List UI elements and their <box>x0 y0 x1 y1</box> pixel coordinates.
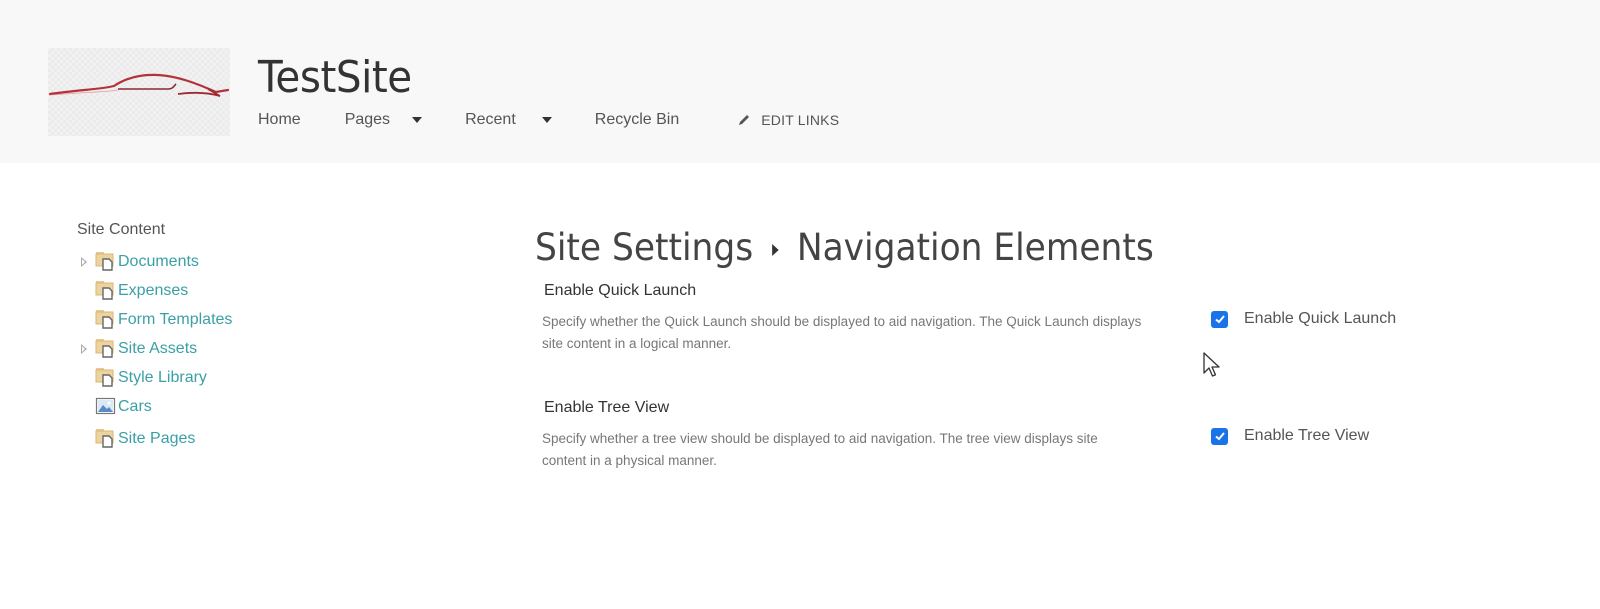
nav-recycle-bin[interactable]: Recycle Bin <box>595 111 679 129</box>
picture-library-icon <box>95 397 116 415</box>
library-folder-icon <box>95 429 114 448</box>
tree-item-documents[interactable]: Documents <box>77 247 199 276</box>
nav-recycle-bin-label: Recycle Bin <box>594 111 680 128</box>
library-folder-icon <box>95 339 114 358</box>
library-folder-icon <box>95 310 114 329</box>
expand-arrow-icon[interactable] <box>81 257 87 267</box>
section-title: Enable Quick Launch <box>544 282 697 299</box>
tree-item-form-templates[interactable]: Form Templates <box>77 305 232 334</box>
nav-pages[interactable]: Pages <box>344 111 423 129</box>
nav-recent-label: Recent <box>465 111 516 128</box>
section-title: Enable Tree View <box>544 399 670 416</box>
site-logo[interactable] <box>48 48 230 136</box>
tree-item-label[interactable]: Site Pages <box>118 430 195 448</box>
tree-item-label[interactable]: Cars <box>118 398 152 416</box>
site-title[interactable]: TestSite <box>258 52 412 103</box>
section-description: Specify whether the Quick Launch should … <box>542 314 1142 351</box>
tree-item-cars[interactable]: Cars <box>77 392 165 424</box>
tree-item-site-pages[interactable]: Site Pages <box>77 424 195 453</box>
car-logo-icon <box>48 73 230 97</box>
edit-links-label: EDIT LINKS <box>761 112 840 128</box>
checkbox-label[interactable]: Enable Tree View <box>1244 427 1369 445</box>
section-tree-view: Enable Tree View Specify whether a tree … <box>542 399 1098 468</box>
tree-item-label[interactable]: Site Assets <box>118 340 197 358</box>
tree-item-style-library[interactable]: Style Library <box>77 363 207 392</box>
enable-tree-view-checkbox[interactable] <box>1211 427 1228 445</box>
enable-quick-launch-checkbox[interactable] <box>1211 310 1228 328</box>
site-header: TestSite Home Pages Recent Recycle Bin E… <box>0 0 1600 163</box>
checkbox-label[interactable]: Enable Quick Launch <box>1244 310 1396 328</box>
tree-list: Documents Expenses Form Templates Site A… <box>77 247 232 453</box>
nav-home-label: Home <box>258 111 301 128</box>
pencil-icon <box>739 115 750 125</box>
library-folder-icon <box>95 252 114 271</box>
nav-recent[interactable]: Recent <box>465 111 552 129</box>
tree-item-label[interactable]: Style Library <box>118 369 207 387</box>
tree-item-label[interactable]: Documents <box>118 253 199 271</box>
expand-arrow-icon[interactable] <box>81 344 87 354</box>
tree-item-expenses[interactable]: Expenses <box>77 276 188 305</box>
breadcrumb-current: Navigation Elements <box>796 226 1154 269</box>
left-tree-navigation: Site Content Documents Expenses Form Tem… <box>77 221 232 453</box>
breadcrumb-site-settings[interactable]: Site Settings <box>535 226 753 269</box>
section-quick-launch: Enable Quick Launch Specify whether the … <box>542 282 1141 351</box>
top-navigation: Home Pages Recent Recycle Bin EDIT LINKS <box>258 108 839 132</box>
tree-item-label[interactable]: Expenses <box>118 282 188 300</box>
breadcrumb-separator-icon <box>771 243 779 256</box>
tree-item-site-assets[interactable]: Site Assets <box>77 334 197 363</box>
nav-home[interactable]: Home <box>258 111 301 129</box>
quick-launch-checkbox-row[interactable]: Enable Quick Launch <box>1211 310 1396 328</box>
library-folder-icon <box>95 368 114 387</box>
chevron-down-icon[interactable] <box>412 117 423 123</box>
site-content-heading[interactable]: Site Content <box>77 221 165 239</box>
tree-item-label[interactable]: Form Templates <box>118 311 232 329</box>
nav-pages-label: Pages <box>344 111 391 128</box>
section-description: Specify whether a tree view should be di… <box>542 431 1098 468</box>
mouse-cursor-icon <box>1203 352 1220 377</box>
chevron-down-icon[interactable] <box>541 117 552 123</box>
library-folder-icon <box>95 281 114 300</box>
page-title: Site Settings Navigation Elements <box>535 226 1154 269</box>
checkmark-icon <box>1214 432 1225 441</box>
edit-links-button[interactable]: EDIT LINKS <box>737 112 839 128</box>
tree-view-checkbox-row[interactable]: Enable Tree View <box>1211 427 1369 445</box>
checkmark-icon <box>1214 315 1225 324</box>
